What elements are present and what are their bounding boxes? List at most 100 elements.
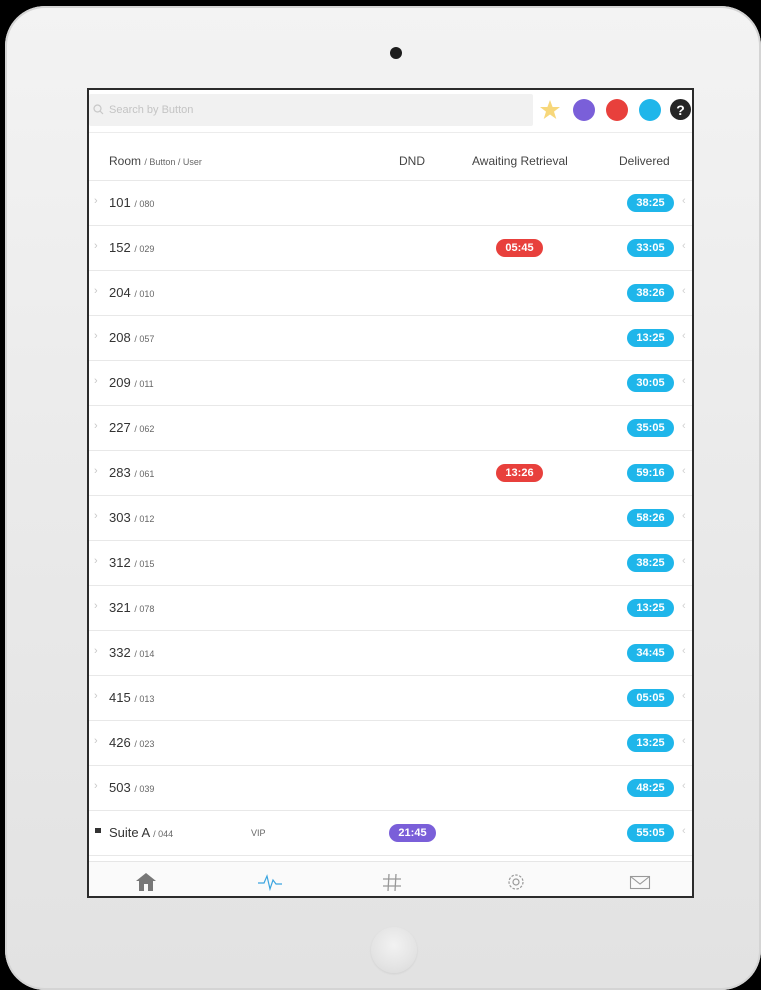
- chevron-left-icon[interactable]: ‹: [682, 645, 686, 657]
- home-button[interactable]: [371, 927, 417, 973]
- help-icon: ?: [676, 101, 685, 118]
- awaiting-timer: 05:45: [496, 239, 543, 257]
- room-label: 227 / 062: [109, 420, 155, 435]
- chevron-left-icon[interactable]: ‹: [682, 420, 686, 432]
- delivered-timer: 48:25: [627, 779, 674, 797]
- delivered-timer: 13:25: [627, 329, 674, 347]
- chevron-right-icon: ›: [94, 645, 98, 657]
- chevron-left-icon[interactable]: ‹: [682, 555, 686, 567]
- table-row[interactable]: › 426 / 023 13:25 ‹: [89, 721, 692, 766]
- table-row[interactable]: Suite A / 044 VIP 21:45 55:05 ‹: [89, 811, 692, 856]
- tab-bar: [89, 861, 692, 896]
- room-column-header[interactable]: Room / Button / User: [109, 154, 202, 168]
- delivered-timer: 34:45: [627, 644, 674, 662]
- room-label: 209 / 011: [109, 375, 154, 390]
- chevron-right-icon: ›: [94, 555, 98, 567]
- delivered-timer: 35:05: [627, 419, 674, 437]
- mail-icon[interactable]: [629, 872, 651, 892]
- table-row[interactable]: › 209 / 011 30:05 ‹: [89, 361, 692, 406]
- gear-icon[interactable]: [505, 872, 527, 892]
- table-row[interactable]: › 332 / 014 34:45 ‹: [89, 631, 692, 676]
- table-header: Room / Button / User DND Awaiting Retrie…: [89, 133, 692, 181]
- chevron-right-icon: ›: [94, 510, 98, 522]
- table-row[interactable]: › 312 / 015 38:25 ‹: [89, 541, 692, 586]
- room-label: 321 / 078: [109, 600, 155, 615]
- chevron-right-icon: ›: [94, 330, 98, 342]
- room-label: 332 / 014: [109, 645, 155, 660]
- delivered-timer: 30:05: [627, 374, 674, 392]
- room-label: Suite A / 044: [109, 825, 174, 840]
- table-row[interactable]: › 101 / 080 38:25 ‹: [89, 181, 692, 226]
- table-row[interactable]: › 503 / 039 48:25 ‹: [89, 766, 692, 811]
- help-button[interactable]: ?: [670, 99, 691, 120]
- star-filter-icon[interactable]: [539, 99, 561, 121]
- chevron-left-icon[interactable]: ‹: [682, 285, 686, 297]
- chevron-left-icon[interactable]: ‹: [682, 510, 686, 522]
- delivered-timer: 59:16: [627, 464, 674, 482]
- delivered-timer: 05:05: [627, 689, 674, 707]
- chevron-left-icon[interactable]: ‹: [682, 195, 686, 207]
- chevron-right-icon: ›: [94, 780, 98, 792]
- awaiting-timer: 13:26: [496, 464, 543, 482]
- chevron-left-icon[interactable]: ‹: [682, 825, 686, 837]
- app-screen: ? Room / Button / User DND Awaiting Retr…: [87, 88, 694, 898]
- room-label: 152 / 029: [109, 240, 155, 255]
- chevron-right-icon: ›: [94, 195, 98, 207]
- delivered-timer: 38:26: [627, 284, 674, 302]
- chevron-right-icon: ›: [94, 240, 98, 252]
- table-row[interactable]: › 303 / 012 58:26 ‹: [89, 496, 692, 541]
- chevron-left-icon[interactable]: ‹: [682, 375, 686, 387]
- delivered-timer: 38:25: [627, 194, 674, 212]
- chevron-left-icon[interactable]: ‹: [682, 600, 686, 612]
- background-corner: [0, 0, 126, 6]
- delivered-timer: 55:05: [627, 824, 674, 842]
- hashtag-icon[interactable]: [381, 872, 403, 892]
- room-label: 426 / 023: [109, 735, 155, 750]
- red-filter-dot[interactable]: [606, 99, 628, 121]
- dnd-column-header[interactable]: DND: [399, 154, 425, 168]
- room-label: 415 / 013: [109, 690, 155, 705]
- search-icon: [93, 104, 104, 115]
- table-row[interactable]: › 283 / 061 13:26 59:16 ‹: [89, 451, 692, 496]
- table-row[interactable]: › 204 / 010 38:26 ‹: [89, 271, 692, 316]
- chevron-left-icon[interactable]: ‹: [682, 735, 686, 747]
- table-row[interactable]: › 208 / 057 13:25 ‹: [89, 316, 692, 361]
- chevron-left-icon[interactable]: ‹: [682, 780, 686, 792]
- purple-filter-dot[interactable]: [573, 99, 595, 121]
- table-row[interactable]: › 415 / 013 05:05 ‹: [89, 676, 692, 721]
- chevron-right-icon: ›: [94, 600, 98, 612]
- delivered-column-header[interactable]: Delivered: [619, 154, 670, 168]
- awaiting-column-header[interactable]: Awaiting Retrieval: [472, 154, 568, 168]
- chevron-right-icon: ›: [94, 735, 98, 747]
- activity-icon[interactable]: [257, 872, 283, 892]
- table-row[interactable]: › 227 / 062 35:05 ‹: [89, 406, 692, 451]
- table-row[interactable]: › 152 / 029 05:45 33:05 ‹: [89, 226, 692, 271]
- room-label: 283 / 061: [109, 465, 155, 480]
- dnd-timer: 21:45: [389, 824, 436, 842]
- room-list: › 101 / 080 38:25 ‹ › 152 / 029 05:45 33…: [89, 181, 692, 856]
- room-label: 303 / 012: [109, 510, 155, 525]
- chevron-left-icon[interactable]: ‹: [682, 690, 686, 702]
- room-label: 503 / 039: [109, 780, 155, 795]
- chevron-right-icon: ›: [94, 465, 98, 477]
- search-input[interactable]: [109, 104, 509, 116]
- chevron-left-icon[interactable]: ‹: [682, 465, 686, 477]
- delivered-timer: 13:25: [627, 734, 674, 752]
- chevron-left-icon[interactable]: ‹: [682, 240, 686, 252]
- flag-icon: [95, 828, 101, 833]
- search-bar[interactable]: [89, 94, 533, 126]
- blue-filter-dot[interactable]: [639, 99, 661, 121]
- camera: [390, 47, 402, 59]
- room-label: 312 / 015: [109, 555, 155, 570]
- chevron-right-icon: ›: [94, 375, 98, 387]
- room-label: 208 / 057: [109, 330, 155, 345]
- table-row[interactable]: › 321 / 078 13:25 ‹: [89, 586, 692, 631]
- room-label: 101 / 080: [109, 195, 155, 210]
- home-icon[interactable]: [135, 872, 157, 892]
- room-label: 204 / 010: [109, 285, 155, 300]
- delivered-timer: 33:05: [627, 239, 674, 257]
- chevron-right-icon: ›: [94, 690, 98, 702]
- chevron-right-icon: ›: [94, 420, 98, 432]
- delivered-timer: 58:26: [627, 509, 674, 527]
- chevron-left-icon[interactable]: ‹: [682, 330, 686, 342]
